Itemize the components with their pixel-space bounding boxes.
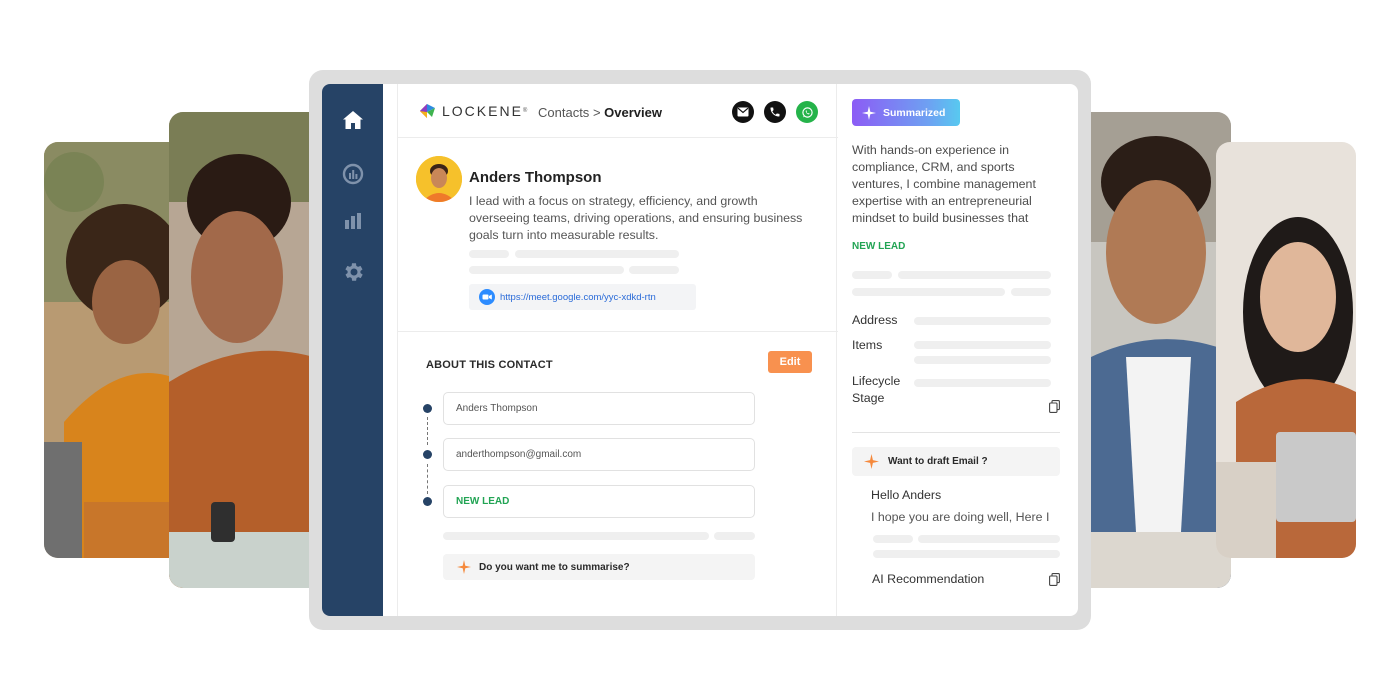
avatar (416, 156, 462, 202)
sparkle-icon (862, 105, 876, 120)
sparkle-icon (864, 454, 879, 469)
bar-chart-icon[interactable] (340, 208, 366, 234)
meeting-link-url[interactable]: https://meet.google.com/yyc-xdkd-rtn (500, 292, 656, 303)
whatsapp-icon[interactable] (796, 101, 818, 123)
logo-wordmark: LOCKENE (442, 103, 523, 119)
email-icon[interactable] (732, 101, 754, 123)
copy-icon[interactable] (1049, 400, 1060, 413)
breadcrumb: Contacts > Overview (538, 105, 662, 120)
skeleton-line (914, 341, 1051, 349)
summarise-prompt-text: Do you want me to summarise? (479, 561, 630, 573)
skeleton-line (914, 379, 1051, 387)
draft-email-prompt-text: Want to draft Email ? (888, 456, 988, 467)
video-call-icon (479, 289, 495, 305)
timeline-dot (423, 497, 432, 506)
skeleton-line (469, 250, 509, 258)
skeleton-line (629, 266, 679, 274)
address-label: Address (852, 313, 898, 327)
sparkle-icon (457, 560, 471, 574)
contact-detail-panel: LOCKENE ® Contacts > Overview Anders Thom… (397, 84, 838, 616)
name-field[interactable]: Anders Thompson (443, 392, 755, 425)
sidebar (322, 84, 383, 616)
summarized-badge-label: Summarized (883, 106, 946, 119)
crm-app-window: LOCKENE ® Contacts > Overview Anders Thom… (322, 84, 1078, 616)
lifecycle-stage-label: Lifecycle Stage (852, 373, 900, 407)
skeleton-line (873, 550, 1060, 558)
summarise-prompt[interactable]: Do you want me to summarise? (443, 554, 755, 580)
timeline-connector (427, 464, 428, 494)
email-field[interactable]: anderthompson@gmail.com (443, 438, 755, 471)
lifecycle-label-line1: Lifecycle (852, 374, 901, 388)
home-icon[interactable] (340, 107, 366, 133)
lockene-logo[interactable]: LOCKENE ® (418, 102, 527, 120)
background-photo-woman-laptop (44, 142, 184, 558)
skeleton-line (515, 250, 679, 258)
email-body-preview: I hope you are doing well, Here I (871, 510, 1050, 524)
skeleton-line (914, 317, 1051, 325)
items-label: Items (852, 338, 883, 352)
analytics-icon[interactable] (340, 161, 366, 187)
skeleton-line (443, 532, 709, 540)
breadcrumb-separator: > (592, 105, 601, 120)
meeting-link[interactable]: https://meet.google.com/yyc-xdkd-rtn (469, 284, 696, 310)
summarized-badge[interactable]: Summarized (852, 99, 960, 126)
contact-name: Anders Thompson (469, 169, 602, 186)
skeleton-line (469, 266, 624, 274)
breadcrumb-overview: Overview (604, 105, 662, 120)
background-photo-smiling-woman (1216, 142, 1356, 558)
lifecycle-label-line2: Stage (852, 391, 885, 405)
phone-icon[interactable] (764, 101, 786, 123)
skeleton-line (1011, 288, 1051, 296)
background-photo-man-laptop (169, 112, 329, 588)
section-divider (852, 432, 1060, 433)
about-contact-heading: ABOUT THIS CONTACT (426, 359, 553, 371)
skeleton-line (852, 271, 892, 279)
skeleton-line (918, 535, 1060, 543)
ai-recommendation-label: AI Recommendation (872, 572, 985, 586)
summary-text: With hands-on experience in compliance, … (852, 143, 1036, 225)
breadcrumb-contacts[interactable]: Contacts (538, 105, 589, 120)
logo-registered-mark: ® (522, 108, 528, 114)
contact-bio: I lead with a focus on strategy, efficie… (469, 194, 803, 242)
ai-summary-panel: Summarized With hands-on experience in c… (838, 84, 1078, 616)
logo-mark-icon (420, 104, 435, 118)
profile-card: Anders Thompson I lead with a focus on s… (398, 139, 838, 332)
background-photo-smiling-man (1071, 112, 1231, 588)
skeleton-line (873, 535, 913, 543)
edit-button[interactable]: Edit (768, 351, 812, 373)
settings-icon[interactable] (340, 259, 366, 285)
top-header: LOCKENE ® Contacts > Overview (398, 84, 838, 138)
timeline-connector (427, 417, 428, 445)
lead-status-field[interactable]: NEW LEAD (443, 485, 755, 518)
skeleton-line (714, 532, 755, 540)
copy-icon[interactable] (1049, 573, 1060, 586)
skeleton-line (914, 356, 1051, 364)
skeleton-line (898, 271, 1051, 279)
timeline-dot (423, 404, 432, 413)
skeleton-line (852, 288, 1005, 296)
draft-email-prompt[interactable]: Want to draft Email ? (852, 447, 1060, 476)
email-greeting: Hello Anders (871, 488, 942, 502)
timeline-dot (423, 450, 432, 459)
lead-status-label: NEW LEAD (852, 241, 906, 252)
